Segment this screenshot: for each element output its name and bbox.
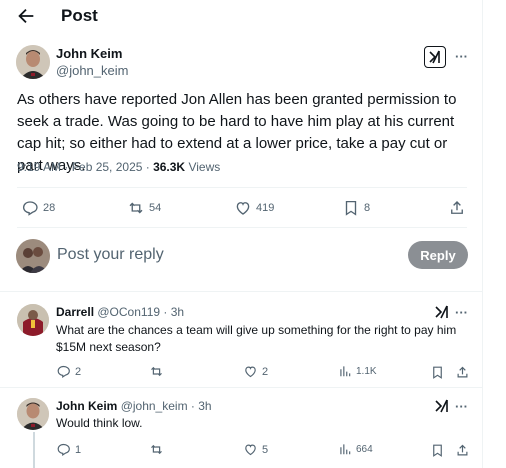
more-icon[interactable]: ···	[455, 399, 468, 414]
views-icon	[340, 444, 351, 455]
grok-icon[interactable]	[424, 46, 446, 68]
heart-icon	[245, 366, 256, 378]
repost-action[interactable]	[149, 442, 168, 457]
divider	[0, 291, 483, 292]
heart-icon	[245, 444, 256, 456]
bookmark-icon[interactable]	[430, 365, 445, 380]
like-action[interactable]: 2	[243, 364, 268, 379]
author-handle[interactable]: @john_keim	[56, 63, 128, 78]
reply-author-name[interactable]: Darrell	[56, 305, 94, 319]
reply-text: Would think low.	[56, 416, 143, 430]
reply-count: 28	[43, 202, 56, 214]
like-count: 5	[262, 443, 269, 456]
like-action[interactable]: 5	[243, 442, 268, 457]
reply-icon	[57, 365, 70, 379]
views-action[interactable]: 664	[338, 442, 373, 456]
heart-icon	[236, 202, 250, 215]
views-icon	[340, 366, 351, 377]
share-icon	[451, 201, 463, 214]
reply-button[interactable]: Reply	[408, 241, 468, 269]
reply-action[interactable]: 1	[56, 442, 81, 457]
repost-icon	[129, 202, 143, 214]
views-count: 664	[356, 443, 373, 455]
repost-action[interactable]: 54	[127, 199, 161, 217]
share-icon[interactable]	[455, 365, 470, 380]
avatar[interactable]	[16, 45, 50, 79]
post-meta: 9:19 AM · Feb 25, 2025 · 36.3K Views	[17, 160, 220, 174]
views-label: Views	[185, 160, 221, 174]
reply-text: What are the chances a team will give up…	[56, 323, 457, 354]
like-count: 2	[262, 365, 269, 378]
reply-count: 1	[75, 443, 82, 456]
grok-icon[interactable]	[434, 305, 450, 319]
reply-author-name[interactable]: John Keim	[56, 399, 117, 413]
repost-count: 54	[149, 202, 162, 214]
divider	[17, 187, 467, 188]
share-action[interactable]	[448, 199, 466, 217]
bookmark-count: 8	[364, 202, 371, 214]
like-count: 419	[256, 202, 275, 214]
avatar[interactable]	[17, 304, 49, 336]
bookmark-icon	[345, 200, 357, 216]
reply-header: Darrell @OCon119 · 3h	[56, 305, 184, 319]
reply-icon	[57, 443, 70, 457]
post-timestamp[interactable]: 9:19 AM · Feb 25, 2025 ·	[17, 160, 153, 174]
grok-icon[interactable]	[434, 399, 450, 413]
views-action[interactable]: 1.1K	[338, 364, 377, 378]
more-icon[interactable]: ···	[455, 305, 468, 320]
avatar	[16, 239, 50, 273]
divider	[17, 227, 467, 228]
divider	[0, 387, 483, 388]
post-page: Post John Keim @john_keim ··· As others …	[0, 0, 483, 468]
reply-count: 2	[75, 365, 82, 378]
like-action[interactable]: 419	[234, 199, 274, 217]
share-icon[interactable]	[455, 443, 470, 458]
repost-icon	[151, 366, 162, 377]
views-count: 1.1K	[356, 365, 377, 377]
reply-input[interactable]: Post your reply	[57, 246, 164, 264]
page-title: Post	[61, 6, 98, 25]
repost-icon	[151, 444, 162, 455]
reply-icon	[22, 201, 38, 216]
reply-action[interactable]: 28	[21, 199, 55, 217]
author-name[interactable]: John Keim	[56, 46, 122, 61]
more-icon[interactable]: ···	[455, 49, 468, 64]
bookmark-icon[interactable]	[430, 443, 445, 458]
bookmark-action[interactable]: 8	[342, 199, 370, 217]
reply-author-handle[interactable]: @john_keim · 3h	[121, 399, 212, 413]
thread-line	[33, 432, 35, 468]
avatar[interactable]	[17, 398, 49, 430]
reply-header: John Keim @john_keim · 3h	[56, 399, 212, 413]
arrow-left-icon[interactable]	[15, 5, 37, 27]
header: Post	[0, 0, 483, 34]
reply-author-handle[interactable]: @OCon119 · 3h	[97, 305, 184, 319]
reply-action[interactable]: 2	[56, 364, 81, 379]
views-count: 36.3K	[153, 160, 186, 174]
repost-action[interactable]	[149, 364, 168, 379]
